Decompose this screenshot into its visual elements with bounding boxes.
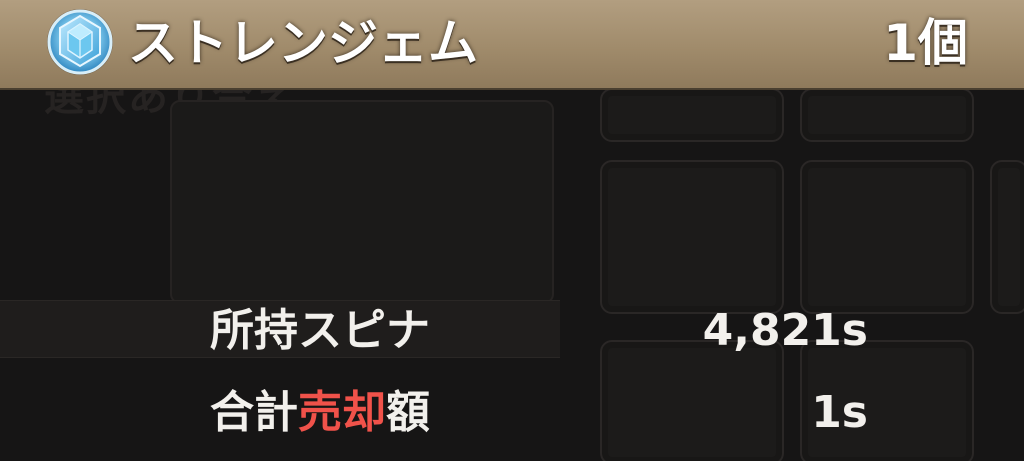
background-panel-left [170, 100, 554, 304]
blue-gem-icon [47, 9, 113, 75]
background-slot [600, 340, 784, 461]
item-name: ストレンジェム [128, 14, 478, 72]
item-count: 1個 [883, 14, 968, 72]
total-label-prefix: 合計 [210, 387, 298, 438]
total-label-accent: 売却 [298, 387, 386, 438]
sell-confirm-screen: 選択あり合え ストレンジェム 1個 所持スピナ 4,821s 合計売却額 1s [0, 0, 1024, 461]
total-label-suffix: 額 [386, 387, 430, 438]
owned-spina-label: 所持スピナ [210, 305, 430, 356]
total-sell-amount-value: 1s [811, 387, 868, 438]
owned-spina-value: 4,821s [702, 305, 868, 356]
background-slot [600, 160, 784, 314]
background-slot [800, 88, 974, 142]
background-slot [600, 88, 784, 142]
total-sell-amount-label: 合計売却額 [210, 386, 430, 440]
background-slot [800, 160, 974, 314]
background-slot [990, 160, 1024, 314]
item-header-bar: ストレンジェム 1個 [0, 0, 1024, 90]
